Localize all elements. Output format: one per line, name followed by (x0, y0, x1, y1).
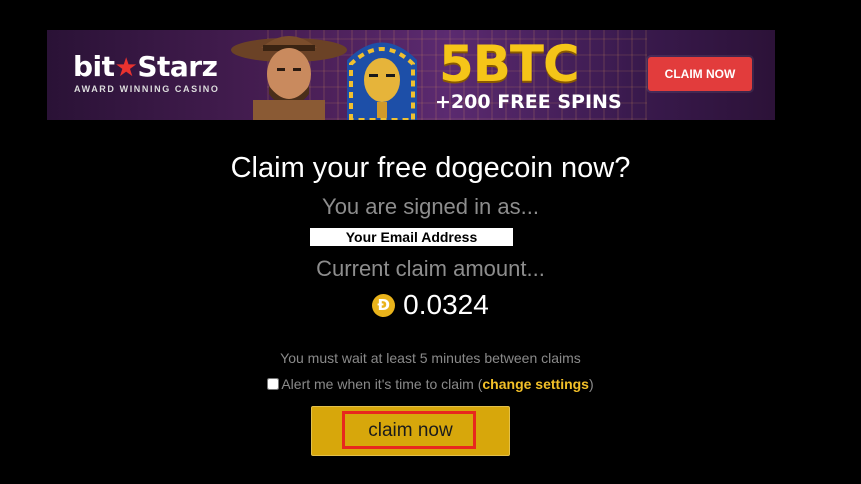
brand-prefix: bit (73, 50, 115, 83)
email-display: Your Email Address (310, 228, 513, 246)
alert-label-close: ) (588, 376, 594, 392)
brand-tagline: AWARD WINNING CASINO (74, 84, 220, 94)
star-icon: ★ (114, 53, 138, 83)
brand-suffix: Starz (137, 50, 218, 83)
alert-checkbox[interactable] (267, 378, 280, 390)
brand-logo: bit★Starz (73, 50, 218, 84)
dogecoin-icon: Ð (372, 293, 396, 317)
promo-headline: 5BTC (439, 35, 580, 93)
alert-label: Alert me when it's time to claim ( (281, 376, 483, 392)
page-title: Claim your free dogecoin now? (230, 152, 631, 184)
banner-claim-now-button[interactable]: CLAIM NOW (648, 57, 752, 91)
claim-now-button[interactable]: claim now (311, 406, 510, 456)
adventurer-character-image (231, 36, 347, 120)
signed-in-label: You are signed in as... (322, 194, 539, 219)
alert-option-row: Alert me when it's time to claim (change… (0, 374, 861, 394)
pharaoh-character-image (347, 42, 417, 120)
claim-amount-row: Ð 0.0324 (0, 288, 861, 324)
casino-banner-ad[interactable]: bit★Starz AWARD WINNING CASINO 5BTC +200… (47, 30, 775, 120)
claim-button-label: claim now (368, 420, 453, 441)
wait-notice: You must wait at least 5 minutes between… (280, 350, 581, 366)
change-settings-link[interactable]: change settings (482, 376, 589, 392)
claim-amount-value: 0.0324 (403, 289, 489, 320)
claim-amount-label: Current claim amount... (316, 256, 545, 281)
promo-subheadline: +200 FREE SPINS (435, 91, 622, 113)
